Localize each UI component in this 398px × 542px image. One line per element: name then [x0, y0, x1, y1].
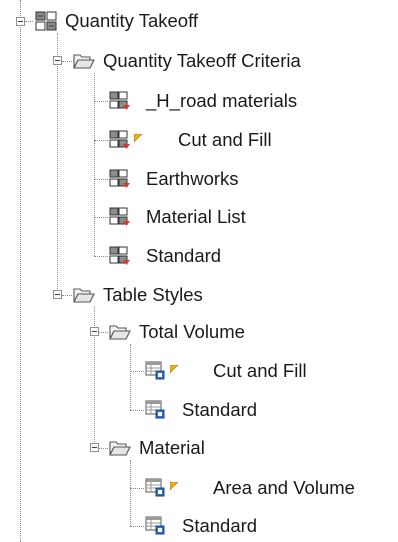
tree-line [130, 410, 144, 411]
tree-node-table-group[interactable]: Total Volume [139, 321, 245, 343]
tree-line [62, 295, 72, 296]
tree-line [130, 344, 131, 410]
tree-line [57, 33, 58, 295]
tree-line [20, 0, 21, 542]
tree-line [94, 179, 108, 180]
tree-line [99, 448, 108, 449]
tree-item-criteria[interactable]: Earthworks [146, 168, 239, 190]
modified-flag-icon [169, 357, 179, 379]
tree-item-table-style[interactable]: Standard [182, 515, 257, 537]
tree-line [130, 371, 144, 372]
folder-open-icon [109, 439, 131, 462]
folder-open-icon [109, 323, 131, 346]
tree-item-table-style[interactable]: Cut and Fill [213, 360, 307, 382]
quantity-takeoff-icon [35, 11, 57, 36]
tree-node-takeoff-criteria[interactable]: Quantity Takeoff Criteria [103, 50, 301, 72]
modified-flag-icon [169, 474, 179, 496]
tree-item-table-style[interactable]: Area and Volume [213, 477, 355, 499]
tree-line [130, 460, 131, 526]
folder-open-icon [73, 286, 95, 309]
tree-line [94, 101, 108, 102]
takeoff-criteria-icon [109, 91, 133, 116]
settings-tree: Quantity Takeoff Quantity Takeoff Criter… [0, 0, 398, 542]
tree-line [99, 332, 108, 333]
takeoff-criteria-icon [109, 169, 133, 194]
table-style-icon [145, 516, 167, 541]
tree-item-criteria[interactable]: Material List [146, 206, 246, 228]
tree-line [25, 21, 33, 22]
tree-line [130, 526, 144, 527]
tree-item-criteria[interactable]: _H_road materials [146, 90, 297, 112]
tree-node-quantity-takeoff[interactable]: Quantity Takeoff [65, 10, 198, 32]
takeoff-criteria-icon [109, 207, 133, 232]
modified-flag-icon [133, 126, 143, 148]
table-style-icon [145, 478, 167, 503]
tree-item-criteria[interactable]: Standard [146, 245, 221, 267]
tree-line [94, 217, 108, 218]
table-style-icon [145, 361, 167, 386]
tree-line [94, 140, 108, 141]
tree-line [130, 488, 144, 489]
table-style-icon [145, 400, 167, 425]
tree-node-table-group[interactable]: Material [139, 437, 205, 459]
tree-line [62, 61, 72, 62]
takeoff-criteria-icon [109, 130, 133, 155]
collapse-toggle[interactable] [53, 290, 62, 299]
collapse-toggle[interactable] [53, 56, 62, 65]
tree-line [20, 0, 21, 16]
folder-open-icon [73, 52, 95, 75]
collapse-toggle[interactable] [16, 17, 25, 26]
takeoff-criteria-icon [109, 246, 133, 271]
tree-item-criteria[interactable]: Cut and Fill [178, 129, 272, 151]
collapse-toggle[interactable] [90, 443, 99, 452]
tree-item-table-style[interactable]: Standard [182, 399, 257, 421]
collapse-toggle[interactable] [90, 327, 99, 336]
tree-node-table-styles[interactable]: Table Styles [103, 284, 203, 306]
tree-line [94, 256, 108, 257]
